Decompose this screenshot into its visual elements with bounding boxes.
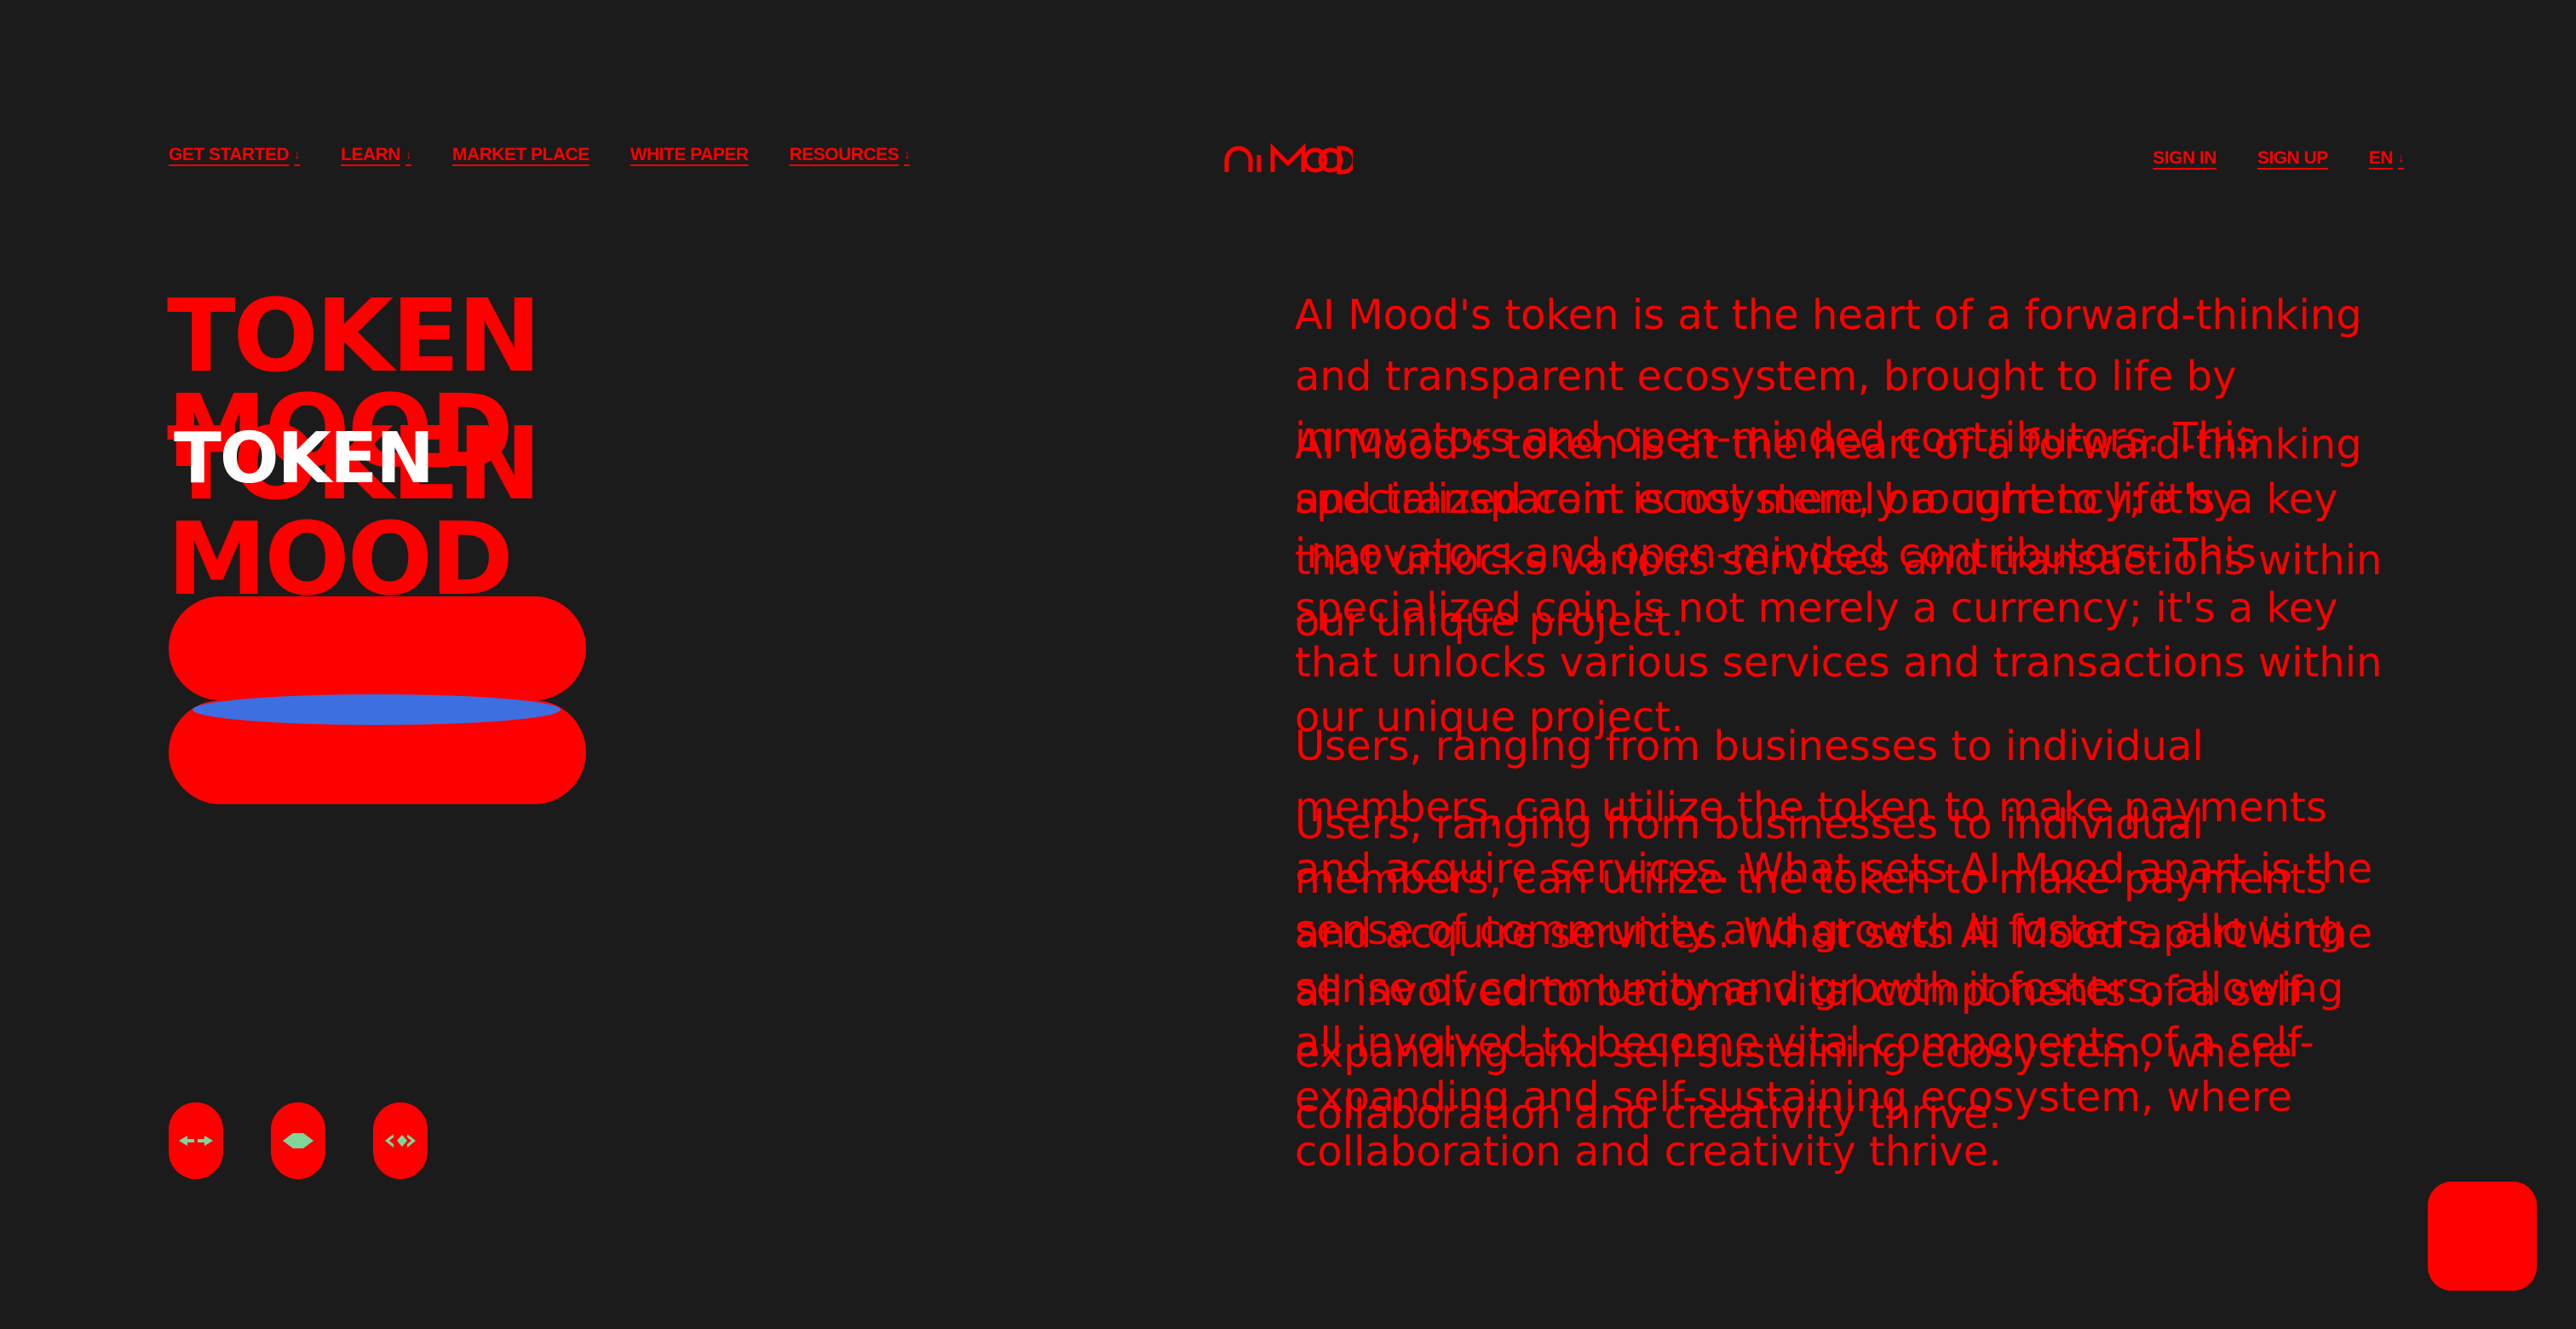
- nav-resources[interactable]: RESOURCES ↓: [790, 145, 911, 165]
- hero-title-ghost: TOKEN: [174, 418, 434, 499]
- diamond-icon: [283, 1133, 313, 1148]
- chevron-down-icon: ↓: [294, 147, 301, 162]
- chevron-down-icon: ↓: [2398, 151, 2405, 165]
- usage-description-duplicate: Users, ranging from businesses to indivi…: [1295, 801, 2373, 1176]
- arrows-button[interactable]: [169, 1102, 223, 1179]
- nav-learn[interactable]: LEARN ↓: [341, 145, 411, 165]
- chevron-down-icon: ↓: [405, 147, 412, 162]
- primary-nav: GET STARTED ↓ LEARN ↓ MARKET PLACE WHITE P…: [169, 145, 911, 165]
- floating-action-button[interactable]: [2428, 1182, 2537, 1291]
- account-nav: SIGN IN SIGN UP EN ↓: [2153, 148, 2404, 169]
- chevrons-button[interactable]: [373, 1102, 428, 1179]
- blue-highlight-bar: [193, 694, 561, 725]
- cta-button-primary[interactable]: [169, 596, 586, 700]
- diamond-button[interactable]: [271, 1102, 325, 1179]
- chevrons-icon: [385, 1134, 416, 1148]
- hero-title-line1: TOKEN: [167, 277, 542, 394]
- nav-get-started[interactable]: GET STARTED ↓: [169, 145, 301, 165]
- chevron-down-icon: ↓: [904, 147, 911, 162]
- language-selector[interactable]: EN ↓: [2369, 148, 2405, 169]
- sign-in-link[interactable]: SIGN IN: [2153, 148, 2217, 169]
- brand-logo[interactable]: [1223, 142, 1357, 175]
- nav-market-place[interactable]: MARKET PLACE: [452, 145, 589, 165]
- nav-white-paper[interactable]: WHITE PAPER: [630, 145, 749, 165]
- hero-title-line2: MOOD: [167, 500, 514, 618]
- ai-mood-logo-icon: [1224, 142, 1357, 175]
- arrows-icon: [179, 1136, 213, 1146]
- token-description-duplicate: AI Mood's token is at the heart of a for…: [1295, 421, 2383, 741]
- sign-up-link[interactable]: SIGN UP: [2257, 148, 2328, 169]
- cta-button-stack: [169, 596, 586, 805]
